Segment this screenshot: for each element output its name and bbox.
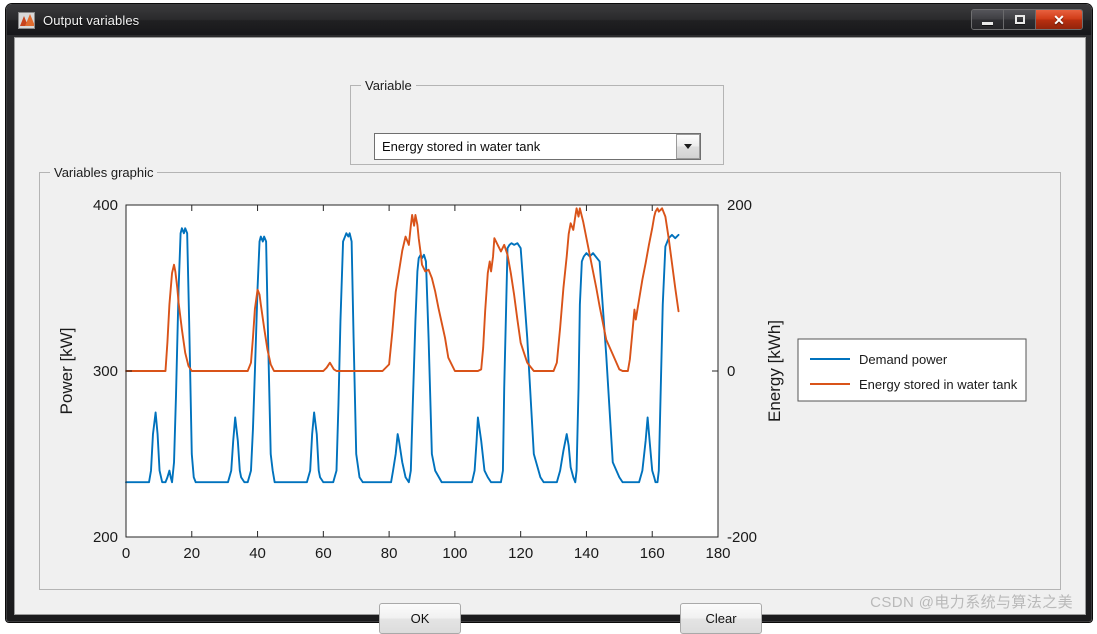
close-icon: ✕ bbox=[1053, 11, 1065, 28]
svg-text:Energy [kWh]: Energy [kWh] bbox=[765, 320, 784, 422]
variables-graphic-group: Variables graphic 0 20 40 60 80 100 120 140 160 1… bbox=[39, 165, 1061, 590]
svg-text:0: 0 bbox=[727, 363, 735, 380]
variables-chart: 0 20 40 60 80 100 120 140 160 180200300400-200020… bbox=[57, 197, 1027, 562]
maximize-icon bbox=[1014, 15, 1025, 24]
variable-group: Variable Energy stored in water tank bbox=[350, 78, 724, 165]
svg-text:-200: -200 bbox=[727, 529, 757, 546]
window-controls: ✕ bbox=[971, 9, 1083, 30]
variable-group-title: Variable bbox=[361, 78, 416, 93]
clear-button[interactable]: Clear bbox=[680, 603, 762, 634]
svg-text:Energy stored in water tank: Energy stored in water tank bbox=[859, 377, 1018, 392]
svg-text:Power [kW]: Power [kW] bbox=[57, 328, 76, 415]
svg-text:60: 60 bbox=[315, 545, 332, 562]
minimize-button[interactable] bbox=[972, 10, 1004, 29]
application-window: Output variables ✕ Variable Energy store… bbox=[6, 4, 1092, 634]
svg-text:120: 120 bbox=[508, 545, 533, 562]
svg-text:0: 0 bbox=[122, 545, 130, 562]
svg-text:20: 20 bbox=[183, 545, 200, 562]
variable-dropdown-value: Energy stored in water tank bbox=[382, 139, 541, 154]
ok-button[interactable]: OK bbox=[379, 603, 461, 634]
minimize-icon bbox=[982, 21, 993, 25]
watermark-text: CSDN @电力系统与算法之美 bbox=[870, 594, 1073, 611]
svg-text:160: 160 bbox=[640, 545, 665, 562]
svg-text:400: 400 bbox=[93, 197, 118, 214]
svg-text:300: 300 bbox=[93, 363, 118, 380]
chart-area: 0 20 40 60 80 100 120 140 160 180 200 300 400 -200 0 20… bbox=[40, 173, 1060, 589]
svg-text:100: 100 bbox=[442, 545, 467, 562]
window-title: Output variables bbox=[43, 12, 140, 28]
svg-text:200: 200 bbox=[727, 197, 752, 214]
title-bar: Output variables ✕ bbox=[7, 5, 1091, 35]
maximize-button[interactable] bbox=[1004, 10, 1036, 29]
svg-text:200: 200 bbox=[93, 529, 118, 546]
variable-dropdown[interactable]: Energy stored in water tank bbox=[374, 133, 701, 160]
svg-text:80: 80 bbox=[381, 545, 398, 562]
matlab-membrane-icon bbox=[18, 11, 35, 29]
svg-text:40: 40 bbox=[249, 545, 266, 562]
chevron-down-icon[interactable] bbox=[676, 134, 700, 159]
svg-text:Demand power: Demand power bbox=[859, 352, 948, 367]
svg-text:140: 140 bbox=[574, 545, 599, 562]
client-area: Variable Energy stored in water tank Var… bbox=[14, 37, 1086, 634]
svg-text:180: 180 bbox=[705, 545, 730, 562]
close-button[interactable]: ✕ bbox=[1036, 10, 1082, 29]
